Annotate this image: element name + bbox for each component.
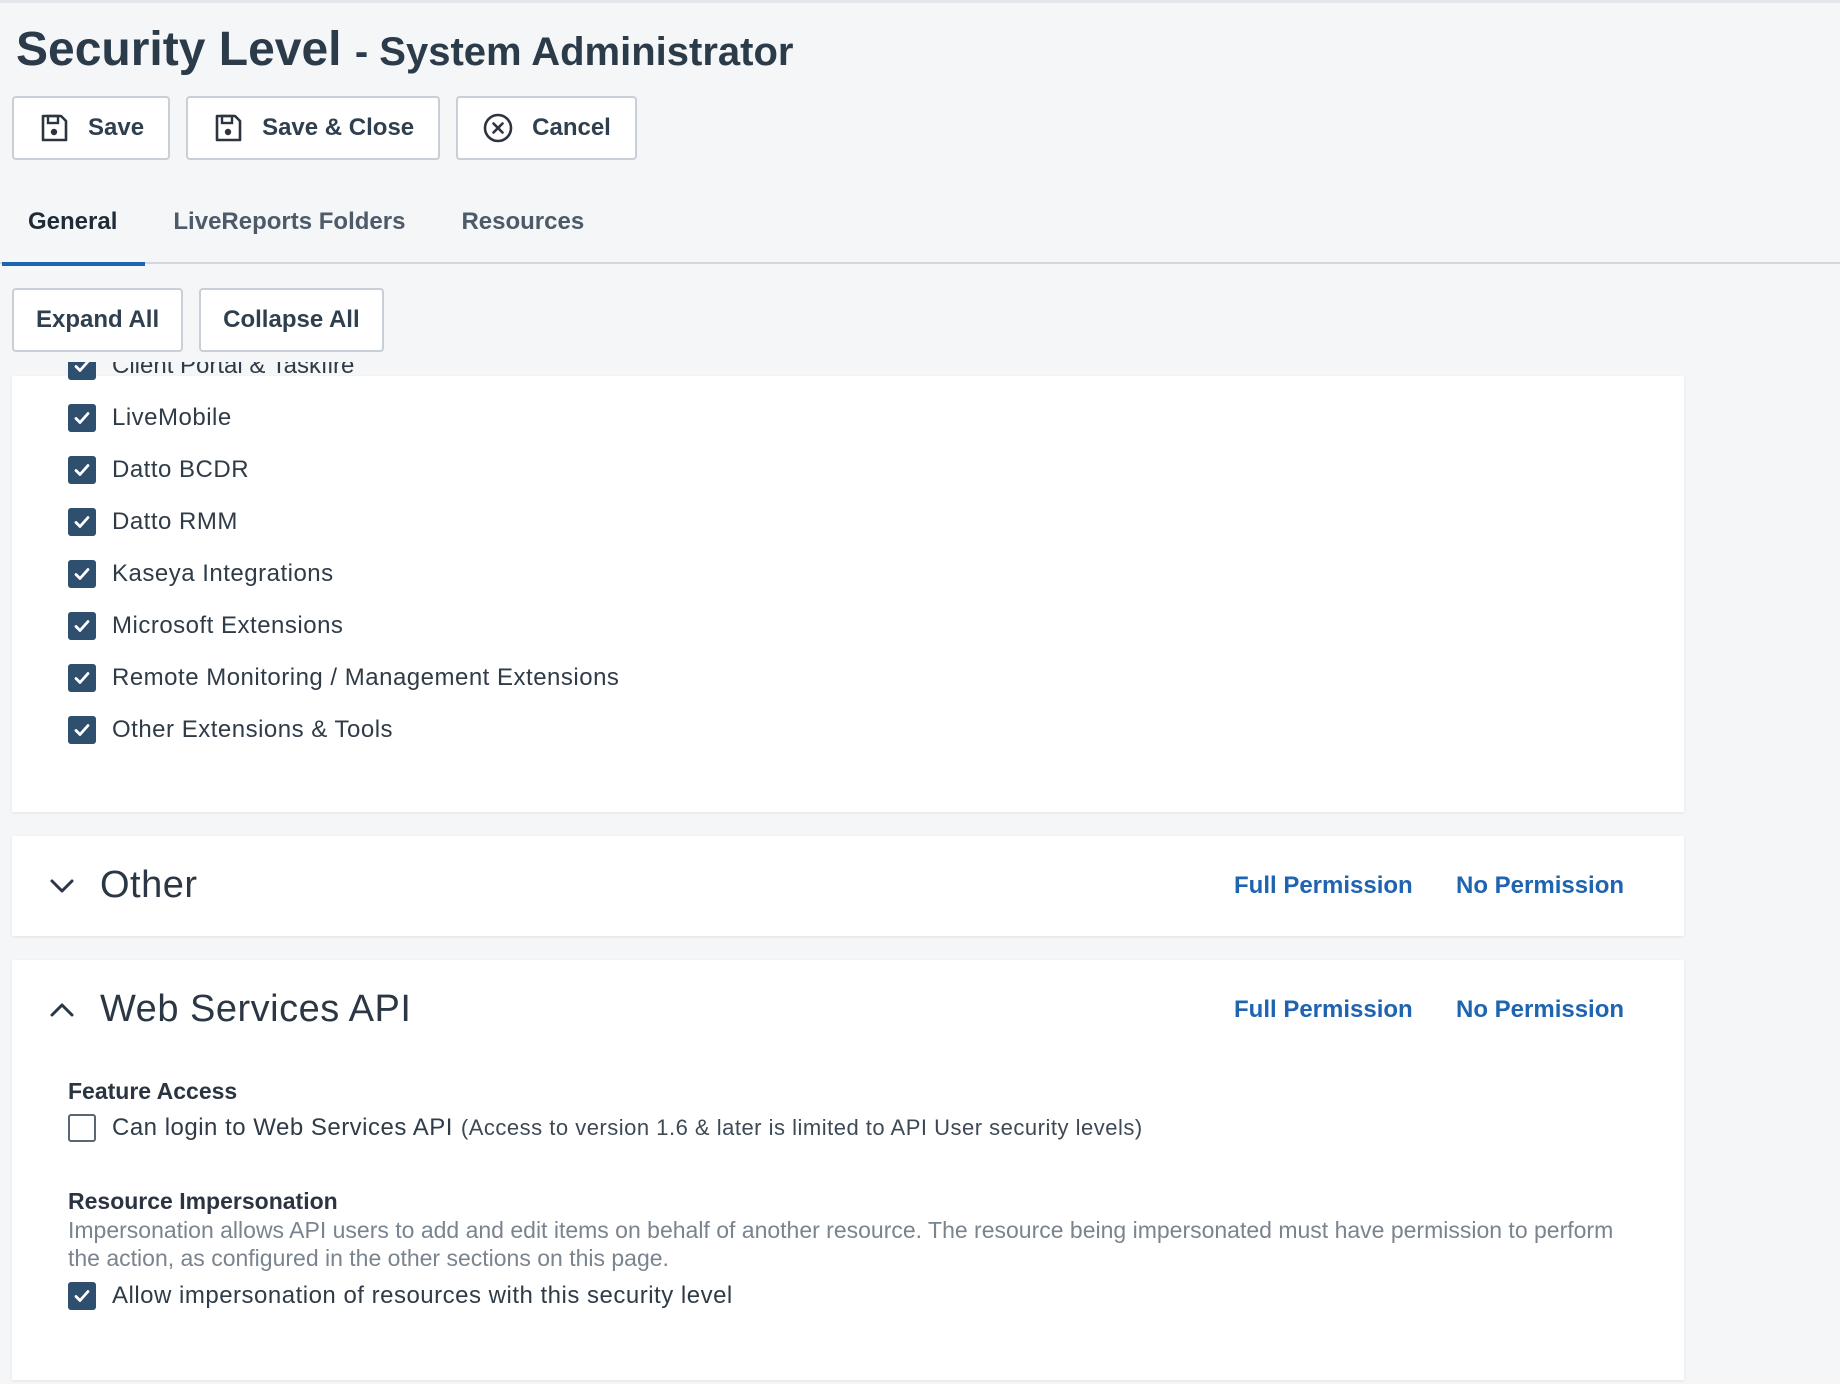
checkbox-label: Datto RMM bbox=[112, 508, 238, 535]
save-and-close-button[interactable]: Save & Close bbox=[186, 96, 441, 160]
page-title-subtitle: - System Administrator bbox=[354, 30, 794, 74]
chevron-up-icon[interactable] bbox=[46, 994, 78, 1026]
list-item-rmm-extensions: Remote Monitoring / Management Extension… bbox=[68, 664, 619, 692]
checkbox-label: Datto BCDR bbox=[112, 456, 250, 483]
checkbox-note: (Access to version 1.6 & later is limite… bbox=[460, 1115, 1143, 1140]
checkbox[interactable] bbox=[68, 560, 96, 588]
checkbox[interactable] bbox=[68, 404, 96, 432]
checkbox-label: Client Portal & Taskfire bbox=[112, 362, 355, 379]
integrations-panel: Client Portal & Taskfire LiveMobile Datt… bbox=[12, 362, 1684, 812]
checkbox[interactable] bbox=[68, 362, 96, 380]
page-title: Security Level - System Administrator bbox=[16, 22, 793, 77]
floppy-disk-icon bbox=[38, 112, 70, 144]
web-services-api-section: Web Services API Full Permission No Perm… bbox=[12, 960, 1684, 1380]
collapse-all-button[interactable]: Collapse All bbox=[199, 288, 384, 352]
list-item-kaseya-integrations: Kaseya Integrations bbox=[68, 560, 334, 588]
full-permission-link[interactable]: Full Permission bbox=[1234, 996, 1413, 1024]
list-item-datto-bcdr: Datto BCDR bbox=[68, 456, 249, 484]
tab-resources[interactable]: Resources bbox=[433, 190, 612, 264]
toolbar: Save Save & Close Cancel bbox=[12, 96, 637, 160]
feature-access-heading: Feature Access bbox=[68, 1078, 238, 1104]
checkbox-label: Kaseya Integrations bbox=[112, 560, 334, 587]
checkbox[interactable] bbox=[68, 612, 96, 640]
checkbox-label: Microsoft Extensions bbox=[112, 612, 344, 639]
checkbox-label: Other Extensions & Tools bbox=[112, 716, 394, 743]
chevron-down-icon[interactable] bbox=[46, 870, 78, 902]
resource-impersonation-heading: Resource Impersonation bbox=[68, 1188, 338, 1214]
top-border bbox=[0, 0, 1840, 3]
checkbox[interactable] bbox=[68, 664, 96, 692]
checkbox[interactable] bbox=[68, 1282, 96, 1310]
no-permission-link[interactable]: No Permission bbox=[1456, 872, 1624, 900]
list-item-datto-rmm: Datto RMM bbox=[68, 508, 238, 536]
cancel-button[interactable]: Cancel bbox=[456, 96, 637, 160]
no-permission-link[interactable]: No Permission bbox=[1456, 996, 1624, 1024]
checkbox[interactable] bbox=[68, 508, 96, 536]
checkbox[interactable] bbox=[68, 456, 96, 484]
checkbox-label: Can login to Web Services API bbox=[112, 1114, 453, 1141]
page-title-main: Security Level bbox=[16, 23, 342, 76]
tab-bar: General LiveReports Folders Resources bbox=[0, 190, 1840, 266]
close-circle-icon bbox=[482, 112, 514, 144]
section-title: Other bbox=[100, 864, 198, 906]
cancel-button-label: Cancel bbox=[532, 114, 611, 141]
list-item-microsoft-extensions: Microsoft Extensions bbox=[68, 612, 343, 640]
floppy-disk-icon bbox=[212, 112, 244, 144]
save-button-label: Save bbox=[88, 114, 145, 141]
checkbox[interactable] bbox=[68, 716, 96, 744]
checkbox-label: Remote Monitoring / Management Extension… bbox=[112, 664, 620, 691]
section-header: Other Full Permission No Permission bbox=[12, 836, 1684, 936]
section-title: Web Services API bbox=[100, 988, 412, 1030]
list-item-livemobile: LiveMobile bbox=[68, 404, 232, 432]
section-header: Web Services API Full Permission No Perm… bbox=[12, 960, 1684, 1060]
resource-impersonation-description: Impersonation allows API users to add an… bbox=[68, 1217, 1614, 1271]
checkbox-label: LiveMobile bbox=[112, 404, 232, 431]
api-login-option: Can login to Web Services API (Access to… bbox=[68, 1114, 1143, 1142]
other-section: Other Full Permission No Permission bbox=[12, 836, 1684, 936]
list-item-other-extensions: Other Extensions & Tools bbox=[68, 716, 393, 744]
expand-all-button[interactable]: Expand All bbox=[12, 288, 184, 352]
full-permission-link[interactable]: Full Permission bbox=[1234, 872, 1413, 900]
section-controls: Expand All Collapse All bbox=[12, 288, 384, 352]
tab-livereports-folders[interactable]: LiveReports Folders bbox=[145, 190, 433, 264]
tab-general[interactable]: General bbox=[0, 190, 146, 266]
impersonation-option: Allow impersonation of resources with th… bbox=[68, 1282, 733, 1310]
save-button[interactable]: Save bbox=[12, 96, 171, 160]
checkbox-label: Allow impersonation of resources with th… bbox=[112, 1282, 733, 1309]
checkbox[interactable] bbox=[68, 1114, 96, 1142]
save-and-close-button-label: Save & Close bbox=[262, 114, 415, 141]
partial-list-item: Client Portal & Taskfire bbox=[68, 362, 468, 382]
